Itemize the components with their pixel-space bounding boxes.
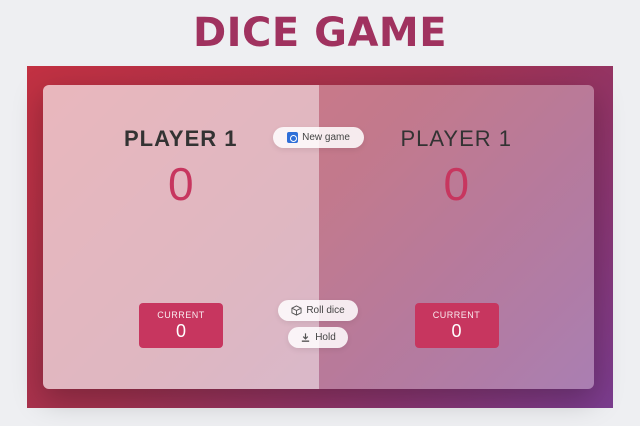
- new-game-button[interactable]: New game: [273, 127, 364, 148]
- hold-label: Hold: [315, 332, 336, 343]
- hold-button[interactable]: Hold: [288, 327, 348, 348]
- player-1-score: 0: [167, 158, 194, 210]
- player-1-current-box: CURRENT 0: [139, 303, 223, 348]
- player-2-current-label: CURRENT: [432, 310, 481, 320]
- player-2-current-score: 0: [451, 321, 462, 341]
- player-1-current-score: 0: [175, 321, 186, 341]
- page-title: DICE GAME: [192, 10, 448, 56]
- download-icon: [302, 333, 310, 342]
- player-2-current-box: CURRENT 0: [414, 303, 499, 348]
- dice-icon: [291, 305, 302, 316]
- player-1-current-label: CURRENT: [157, 310, 205, 320]
- roll-dice-label: Roll dice: [306, 305, 345, 316]
- player-2-score: 0: [443, 158, 470, 210]
- new-game-icon: [287, 132, 299, 143]
- roll-dice-button[interactable]: Roll dice: [278, 300, 358, 321]
- new-game-label: New game: [302, 132, 350, 143]
